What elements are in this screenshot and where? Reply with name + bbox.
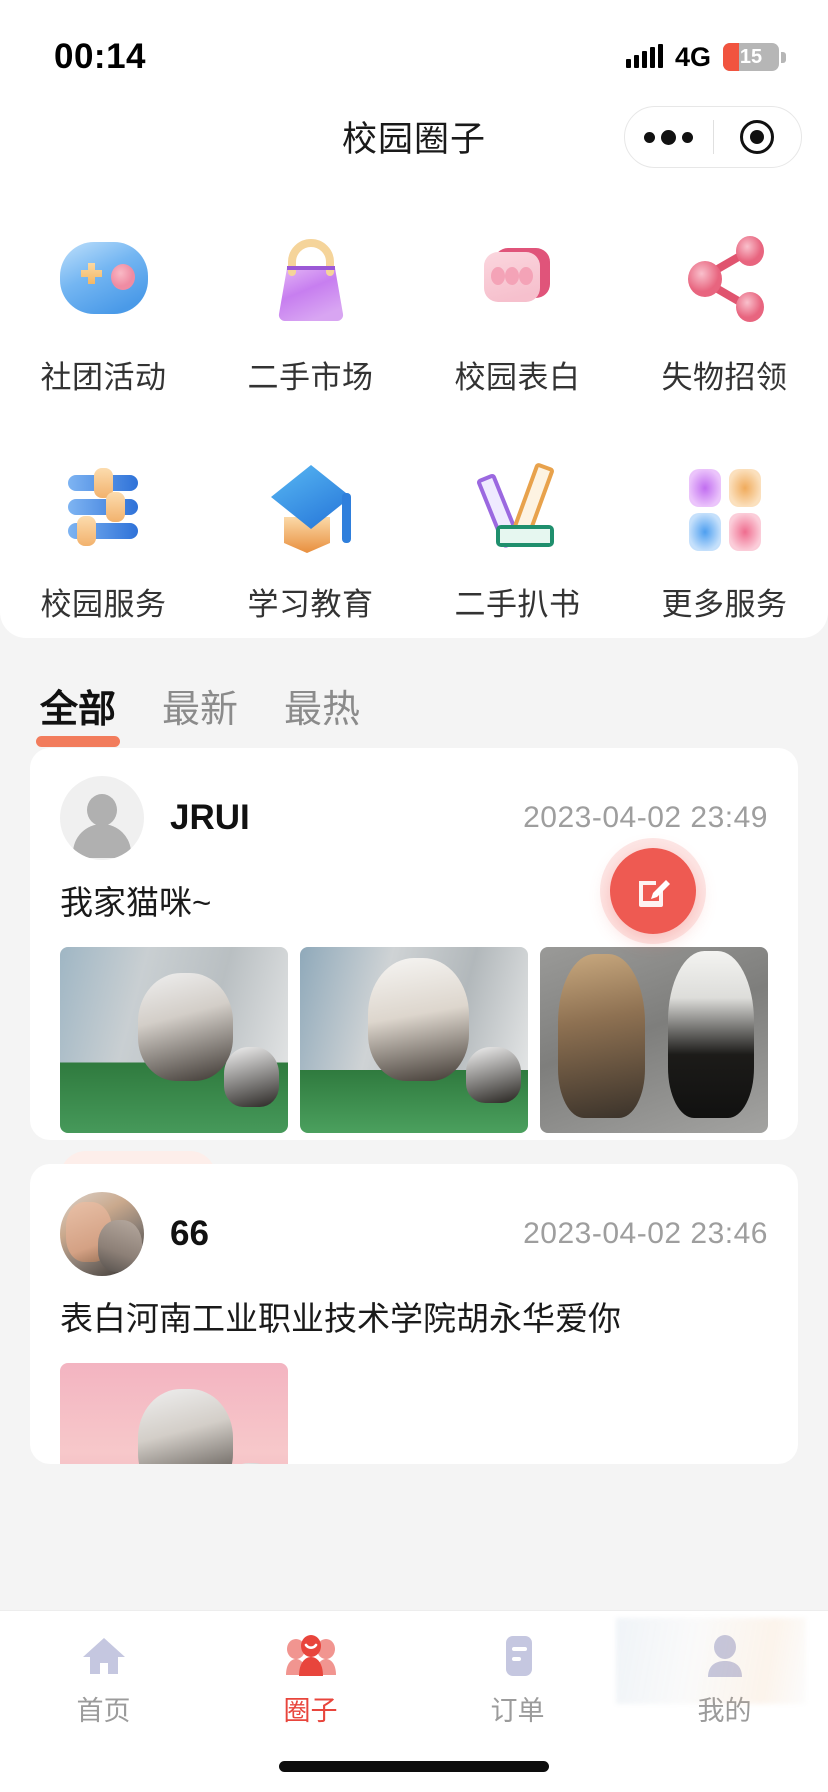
category-label: 二手扒书 bbox=[454, 587, 581, 622]
category-item-education[interactable]: 学习教育 bbox=[207, 431, 414, 624]
close-miniprogram-button[interactable] bbox=[714, 120, 802, 154]
battery-icon: 15 bbox=[723, 43, 779, 71]
tabbar-item-home[interactable]: 首页 bbox=[0, 1633, 207, 1728]
tabbar-label: 订单 bbox=[490, 1696, 545, 1726]
post-image[interactable] bbox=[60, 1362, 288, 1464]
tab-label: 全部 bbox=[40, 688, 117, 731]
category-item-clubs[interactable]: 社团活动 bbox=[0, 204, 207, 397]
post-author-name: JRUI bbox=[170, 798, 250, 837]
category-row-2: 校园服务 学习教育 二手扒书 更多服务 bbox=[0, 431, 828, 624]
battery-percent-label: 15 bbox=[739, 45, 763, 68]
tab-all[interactable]: 全部 bbox=[34, 678, 122, 747]
compose-post-button[interactable] bbox=[610, 848, 696, 934]
gamepad-icon bbox=[44, 218, 164, 338]
category-item-lost-and-found[interactable]: 失物招领 bbox=[621, 204, 828, 397]
status-time: 00:14 bbox=[54, 37, 147, 76]
bottom-tab-bar: 首页 圈子 订单 我的 bbox=[0, 1610, 828, 1792]
handbag-icon bbox=[251, 218, 371, 338]
tab-label: 最新 bbox=[162, 688, 239, 731]
post-header: 66 2023-04-02 23:46 bbox=[60, 1192, 768, 1276]
books-icon bbox=[458, 445, 578, 565]
people-group-icon bbox=[285, 1635, 336, 1676]
category-item-campus-services[interactable]: 校园服务 bbox=[0, 431, 207, 624]
tab-label: 最热 bbox=[284, 688, 361, 731]
category-grid-card: 社团活动 二手市场 校园表白 失物招领 校园服务 学习教育 二手扒书 更多服务 bbox=[0, 180, 828, 638]
category-label: 更多服务 bbox=[661, 587, 788, 622]
category-label: 失物招领 bbox=[661, 360, 788, 395]
graduation-cap-icon bbox=[251, 445, 371, 565]
post-image-gallery bbox=[60, 1362, 768, 1464]
category-item-confession[interactable]: 校园表白 bbox=[414, 204, 621, 397]
tabbar-item-orders[interactable]: 订单 bbox=[414, 1633, 621, 1728]
status-indicators: 4G 15 bbox=[625, 41, 786, 73]
page-title: 校园圈子 bbox=[341, 119, 486, 159]
signal-bars-icon bbox=[625, 44, 663, 68]
tab-newest[interactable]: 最新 bbox=[156, 678, 244, 733]
post-timestamp: 2023-04-02 23:49 bbox=[523, 801, 768, 834]
post-image[interactable] bbox=[60, 946, 288, 1133]
miniprogram-capsule[interactable] bbox=[624, 106, 802, 168]
compose-edit-icon bbox=[639, 880, 670, 907]
more-dots-icon bbox=[644, 129, 694, 145]
tabbar-label: 首页 bbox=[76, 1696, 131, 1726]
chat-bubble-icon bbox=[458, 218, 578, 338]
category-label: 校园表白 bbox=[454, 360, 581, 395]
category-item-more-services[interactable]: 更多服务 bbox=[621, 431, 828, 624]
target-circle-icon bbox=[740, 120, 775, 154]
order-list-icon bbox=[505, 1636, 532, 1676]
post-author-name: 66 bbox=[170, 1214, 209, 1253]
nav-bar: 校园圈子 bbox=[0, 92, 828, 180]
status-bar: 00:14 4G 15 bbox=[0, 0, 828, 92]
category-label: 二手市场 bbox=[247, 360, 374, 395]
network-type-label: 4G bbox=[674, 41, 711, 72]
more-menu-button[interactable] bbox=[625, 129, 713, 145]
watermark-overlay bbox=[616, 1618, 806, 1704]
avatar[interactable] bbox=[60, 776, 144, 860]
post-image[interactable] bbox=[540, 946, 768, 1133]
post-card[interactable]: 66 2023-04-02 23:46 表白河南工业职业技术学院胡永华爱你 bbox=[30, 1164, 798, 1464]
home-indicator bbox=[279, 1761, 549, 1772]
category-row-1: 社团活动 二手市场 校园表白 失物招领 bbox=[0, 204, 828, 397]
category-item-secondhand-books[interactable]: 二手扒书 bbox=[414, 431, 621, 624]
sliders-icon bbox=[44, 445, 164, 565]
post-image-gallery bbox=[60, 946, 768, 1133]
post-body-text: 表白河南工业职业技术学院胡永华爱你 bbox=[60, 1300, 621, 1337]
home-icon bbox=[82, 1638, 125, 1674]
post-image[interactable] bbox=[300, 946, 528, 1133]
feed-filter-tabs: 全部 最新 最热 bbox=[0, 660, 828, 750]
tab-active-underline bbox=[36, 735, 121, 747]
avatar[interactable] bbox=[60, 1192, 144, 1276]
post-header: JRUI 2023-04-02 23:49 bbox=[60, 776, 768, 860]
category-label: 校园服务 bbox=[40, 587, 167, 622]
app-screen: 00:14 4G 15 校园圈子 社团活动 二手市场 校园表白 失物招领 校园服… bbox=[0, 0, 828, 1792]
share-nodes-icon bbox=[665, 218, 785, 338]
post-timestamp: 2023-04-02 23:46 bbox=[523, 1217, 768, 1250]
post-card[interactable]: JRUI 2023-04-02 23:49 我家猫咪~ 二手市场 3 bbox=[30, 748, 798, 1213]
tabbar-item-circle[interactable]: 圈子 bbox=[207, 1633, 414, 1728]
category-label: 学习教育 bbox=[247, 587, 374, 622]
category-item-secondhand-market[interactable]: 二手市场 bbox=[207, 204, 414, 397]
category-label: 社团活动 bbox=[40, 360, 167, 395]
grid-squares-icon bbox=[665, 445, 785, 565]
tab-hottest[interactable]: 最热 bbox=[278, 678, 366, 733]
tabbar-label: 圈子 bbox=[283, 1696, 338, 1726]
